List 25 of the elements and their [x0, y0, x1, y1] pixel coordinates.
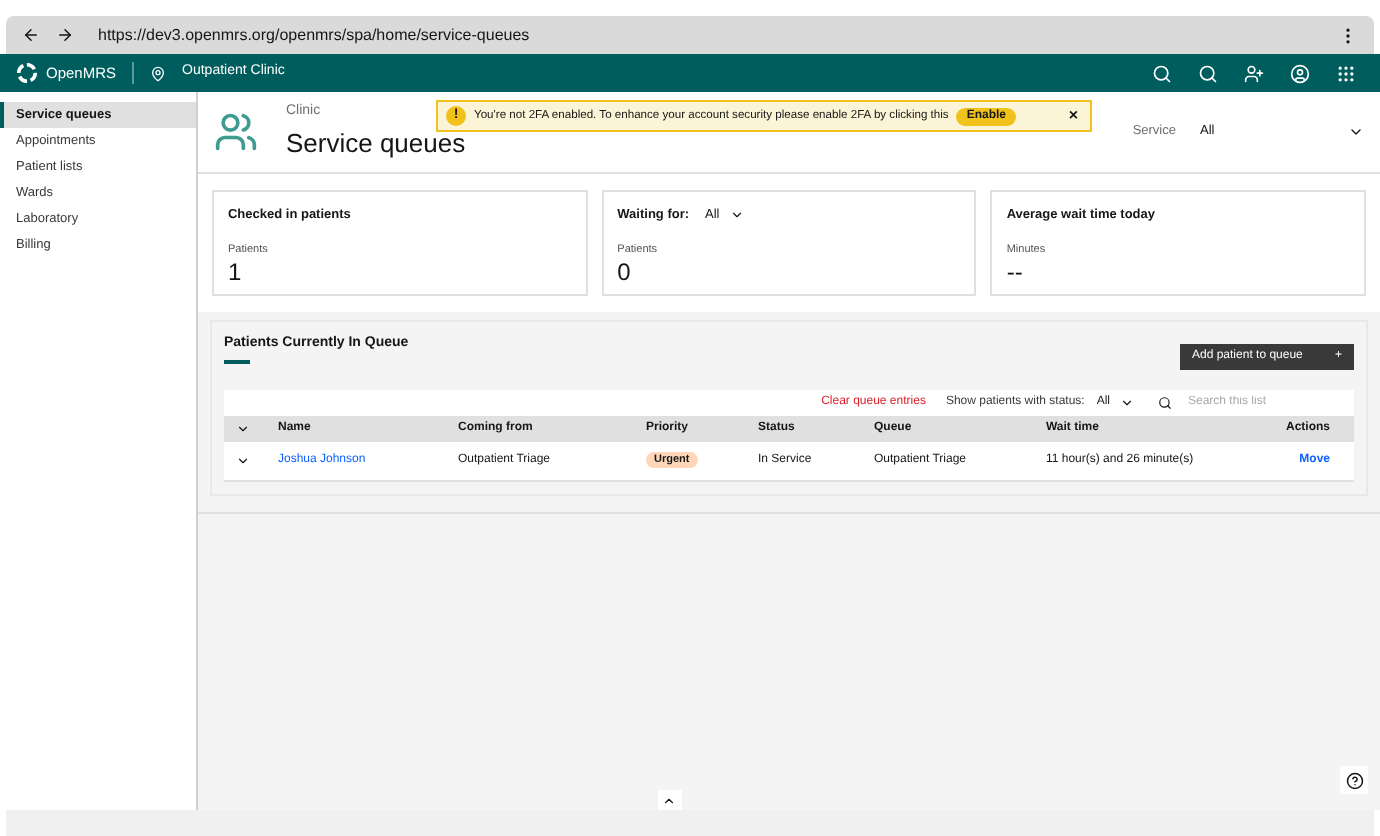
people-icon: [213, 110, 258, 154]
chevron-up-icon: [662, 793, 677, 807]
page-title: Service queues: [285, 126, 466, 162]
search-icon[interactable]: [1152, 63, 1172, 83]
add-user-icon[interactable]: [1244, 63, 1264, 83]
chevron-down-icon: [1348, 124, 1364, 140]
user-icon[interactable]: [1290, 63, 1310, 83]
chevron-down-icon: [1120, 396, 1134, 410]
logo-icon: [16, 62, 38, 84]
card-value: 0: [617, 258, 633, 286]
app-grid-icon[interactable]: [1336, 63, 1356, 83]
search-icon: [1158, 396, 1172, 410]
scroll-up-button[interactable]: [657, 790, 682, 810]
expand-all-icon[interactable]: [235, 422, 250, 436]
card-value: --: [1006, 258, 1025, 286]
magnifier-icon[interactable]: [1198, 63, 1218, 83]
expand-row-icon[interactable]: [235, 454, 250, 468]
help-button[interactable]: [1340, 766, 1368, 794]
location-pin-icon: [150, 65, 167, 81]
forward-icon[interactable]: [56, 26, 74, 44]
chevron-down-icon: [729, 208, 744, 223]
close-button[interactable]: ×: [1068, 104, 1078, 128]
back-icon[interactable]: [22, 26, 40, 44]
address-field[interactable]: https://dev3.openmrs.org/openmrs/spa/home/service-queues: [98, 23, 530, 47]
card-value: 1: [227, 258, 244, 286]
